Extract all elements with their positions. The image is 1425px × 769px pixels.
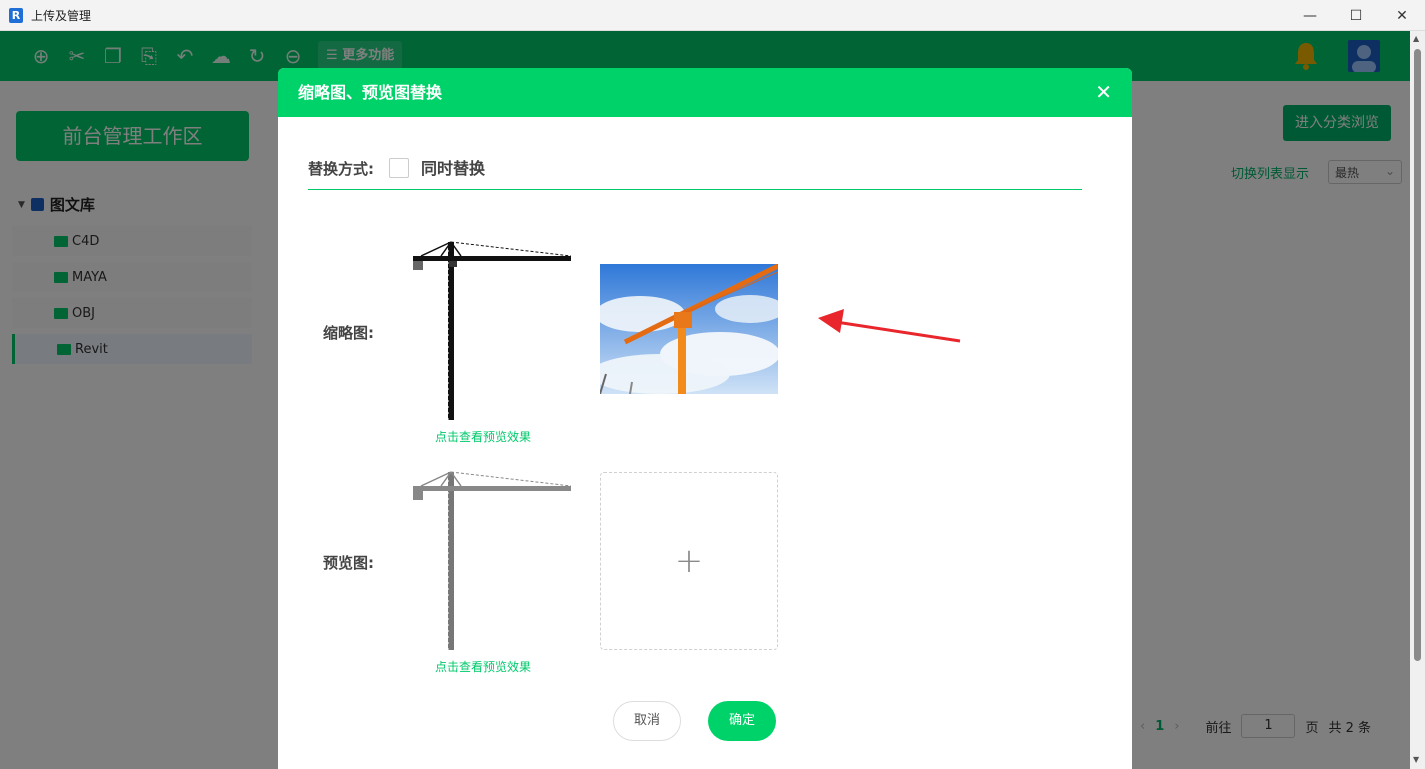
replace-dialog: 缩略图、预览图替换 ✕ 替换方式: 同时替换 缩略图: 点击查看预览效果 预览图… [278, 68, 1132, 769]
window-title: 上传及管理 [31, 9, 92, 23]
preview-preview-link[interactable]: 点击查看预览效果 [435, 658, 531, 675]
scrollbar[interactable]: ▲ ▼ [1410, 31, 1425, 769]
replace-both-label[interactable]: 同时替换 [421, 158, 485, 180]
annotation-arrow-icon [818, 309, 961, 343]
dialog-title: 缩略图、预览图替换 [298, 83, 443, 102]
preview-upload-box[interactable]: + [600, 472, 778, 650]
confirm-button[interactable]: 确定 [708, 701, 776, 741]
crane-preview-image[interactable] [411, 470, 573, 652]
preview-label: 预览图: [323, 554, 374, 572]
app-logo-icon: R [9, 8, 23, 23]
minimize-button[interactable]: — [1287, 0, 1333, 31]
crane-thumbnail-image[interactable] [411, 240, 573, 422]
thumbnail-uploaded-photo[interactable] [600, 264, 778, 394]
scroll-thumb[interactable] [1414, 49, 1421, 661]
replace-mode-label: 替换方式: [308, 160, 374, 178]
thumbnail-label: 缩略图: [323, 324, 374, 342]
scroll-down-icon[interactable]: ▼ [1413, 755, 1419, 764]
scroll-up-icon[interactable]: ▲ [1413, 34, 1419, 43]
dialog-header: 缩略图、预览图替换 ✕ [278, 68, 1132, 117]
maximize-button[interactable]: ☐ [1333, 0, 1379, 31]
cancel-button[interactable]: 取消 [613, 701, 681, 741]
replace-mode-row: 替换方式: 同时替换 [308, 158, 1082, 190]
window-titlebar: R 上传及管理 — ☐ ✕ [0, 0, 1425, 31]
close-window-button[interactable]: ✕ [1379, 0, 1425, 31]
replace-both-checkbox[interactable] [389, 158, 409, 178]
thumbnail-preview-link[interactable]: 点击查看预览效果 [435, 428, 531, 445]
plus-icon: + [674, 541, 704, 581]
close-icon[interactable]: ✕ [1095, 68, 1112, 117]
